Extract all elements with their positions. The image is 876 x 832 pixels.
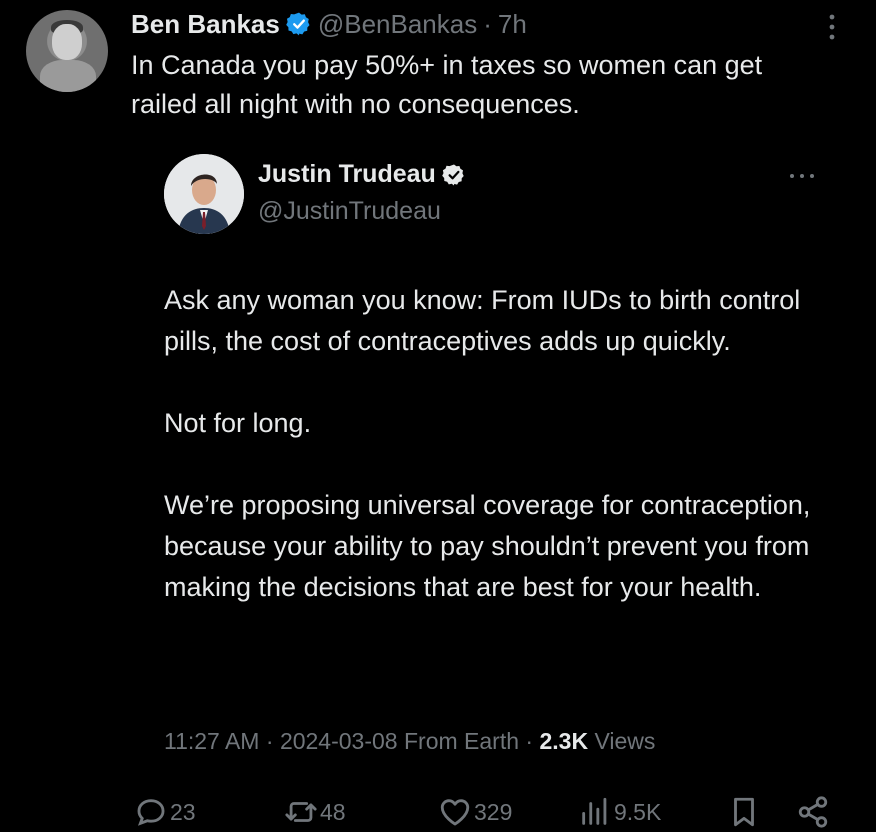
- tweet-timestamp[interactable]: 7h: [498, 9, 527, 40]
- quoted-name-line: Justin Trudeau: [258, 160, 466, 189]
- like-icon: [440, 799, 470, 826]
- bookmark-button[interactable]: [727, 792, 761, 832]
- bookmark-icon: [734, 797, 754, 827]
- quoted-paragraph: Ask any woman you know: From IUDs to bir…: [164, 285, 801, 356]
- quoted-paragraph: We’re proposing universal coverage for c…: [164, 490, 811, 602]
- author-display-name[interactable]: Ben Bankas: [131, 9, 280, 40]
- views-label: Views: [594, 728, 656, 754]
- views-count: 2.3K: [539, 728, 589, 754]
- like-count: 329: [474, 798, 513, 825]
- quoted-body: Ask any woman you know: From IUDs to bir…: [164, 280, 824, 608]
- meta-dot: ·: [525, 728, 534, 754]
- reply-icon: [137, 799, 165, 826]
- author-handle[interactable]: @BenBankas: [318, 9, 477, 40]
- post-date[interactable]: 2024-03-08: [280, 728, 398, 754]
- post-time[interactable]: 11:27 AM: [164, 728, 259, 754]
- views-button[interactable]: 9.5K: [578, 792, 661, 832]
- tweet-text: In Canada you pay 50%+ in taxes so women…: [131, 50, 763, 119]
- post-meta: 11:27 AM · 2024-03-08 From Earth · 2.3K …: [164, 728, 655, 755]
- quoted-paragraph: Not for long.: [164, 408, 312, 438]
- author-avatar[interactable]: [26, 10, 108, 92]
- header-separator: ·: [483, 8, 492, 39]
- views-icon: [582, 797, 607, 825]
- quoted-display-name[interactable]: Justin Trudeau: [258, 160, 436, 189]
- more-vertical-icon[interactable]: [820, 12, 844, 42]
- share-button[interactable]: [796, 792, 830, 832]
- repost-count: 48: [320, 798, 346, 825]
- verified-badge-icon: [442, 164, 464, 185]
- tweet-header: Ben Bankas @BenBankas · 7h: [131, 6, 527, 42]
- post-source: From Earth: [403, 728, 520, 754]
- verified-badge-icon: [286, 12, 310, 36]
- more-horizontal-icon[interactable]: [788, 170, 816, 182]
- reply-count: 23: [170, 798, 196, 825]
- views-action-count: 9.5K: [614, 798, 662, 825]
- repost-icon: [285, 802, 317, 822]
- like-button[interactable]: 329: [438, 792, 512, 832]
- share-icon: [798, 796, 828, 828]
- quoted-avatar-image: [164, 154, 244, 234]
- meta-dot: ·: [265, 728, 274, 754]
- repost-button[interactable]: 48: [284, 792, 346, 832]
- quoted-handle[interactable]: @JustinTrudeau: [258, 197, 441, 226]
- quoted-author-avatar[interactable]: [164, 154, 244, 234]
- reply-button[interactable]: 23: [134, 792, 196, 832]
